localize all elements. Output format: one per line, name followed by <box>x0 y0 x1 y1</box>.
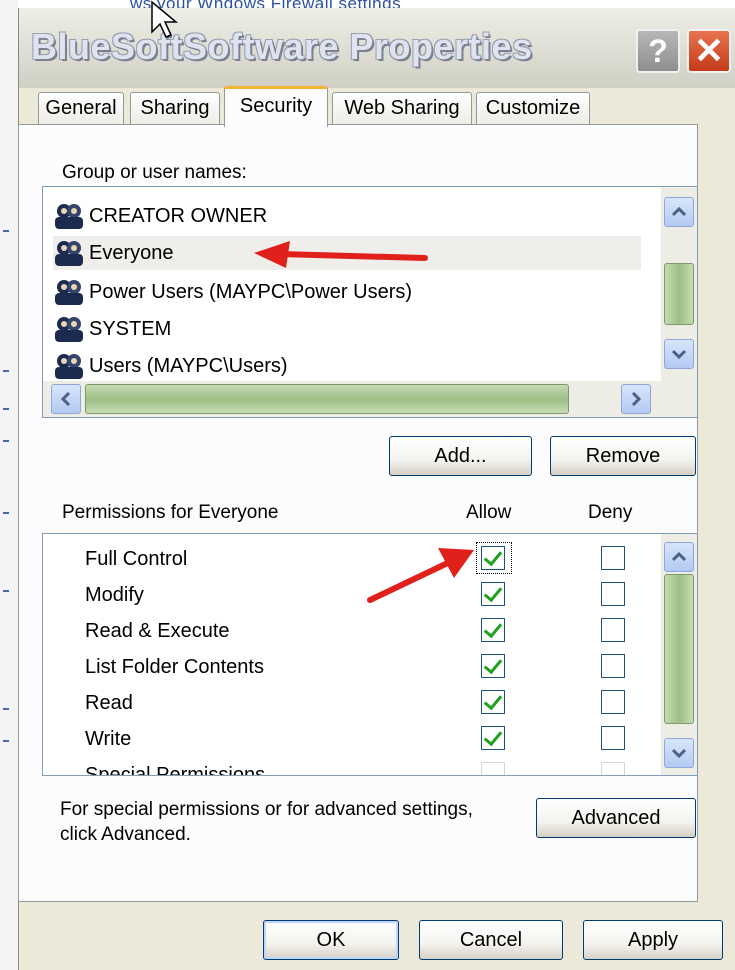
user-name: Users (MAYPC\Users) <box>89 354 288 377</box>
deny-checkbox[interactable] <box>601 582 625 606</box>
deny-checkbox[interactable] <box>601 546 625 570</box>
user-list-vertical-scrollbar[interactable] <box>661 187 697 381</box>
allow-checkbox[interactable] <box>481 546 505 570</box>
annotation-arrow-icon <box>367 548 474 603</box>
scroll-thumb[interactable] <box>664 574 694 724</box>
permission-name: List Folder Contents <box>85 656 264 678</box>
tab-general[interactable]: General <box>38 92 124 125</box>
deny-checkbox[interactable] <box>601 618 625 642</box>
window-title: BlueSoftSoftware Properties <box>31 26 533 67</box>
user-name: Power Users (MAYPC\Power Users) <box>89 280 413 303</box>
allow-checkbox <box>481 762 505 775</box>
allow-checkbox[interactable] <box>481 618 505 642</box>
desktop-mark <box>3 230 9 232</box>
chevron-up-icon <box>672 207 686 217</box>
cancel-button[interactable]: Cancel <box>419 920 563 960</box>
desktop-mark <box>3 408 9 410</box>
close-button[interactable]: ✕ <box>687 29 731 73</box>
permission-row: Write <box>85 722 685 758</box>
permission-name: Modify <box>85 584 144 606</box>
tab-sharing[interactable]: Sharing <box>130 92 220 125</box>
tab-web-sharing[interactable]: Web Sharing <box>332 92 472 125</box>
remove-button[interactable]: Remove <box>550 436 696 476</box>
permissions-for-label: Permissions for Everyone <box>62 502 279 523</box>
permission-name: Full Control <box>85 548 188 570</box>
allow-checkbox[interactable] <box>481 726 505 750</box>
chevron-up-icon <box>672 552 686 562</box>
chevron-left-icon <box>61 392 71 406</box>
user-group-icon <box>53 315 85 343</box>
desktop-mark <box>3 708 9 710</box>
tab-security[interactable]: Security <box>224 86 328 127</box>
user-listbox[interactable]: CREATOR OWNER Everyone Power Users (MAYP… <box>42 186 698 418</box>
permission-row: Read & Execute <box>85 614 685 650</box>
desktop-mark <box>3 512 9 514</box>
scroll-left-button[interactable] <box>51 384 81 414</box>
allow-checkbox[interactable] <box>481 654 505 678</box>
allow-checkbox[interactable] <box>481 582 505 606</box>
add-button[interactable]: Add... <box>389 436 532 476</box>
chevron-right-icon <box>631 392 641 406</box>
user-name: CREATOR OWNER <box>89 204 268 227</box>
user-group-icon <box>53 278 85 306</box>
chevron-down-icon <box>672 349 686 359</box>
allow-column-header: Allow <box>466 502 512 523</box>
desktop-mark <box>3 440 9 442</box>
permissions-scrollbar[interactable] <box>661 534 697 775</box>
advanced-note: For special permissions or for advanced … <box>60 799 473 845</box>
permission-row: Read <box>85 686 685 722</box>
tab-customize[interactable]: Customize <box>476 92 590 125</box>
permission-name: Special Permissions <box>85 764 266 776</box>
advanced-button[interactable]: Advanced <box>536 798 696 838</box>
scroll-up-button[interactable] <box>664 197 694 227</box>
user-name: SYSTEM <box>89 317 172 340</box>
list-item[interactable]: SYSTEM <box>53 312 641 346</box>
user-group-icon <box>53 239 85 267</box>
deny-checkbox <box>601 762 625 775</box>
apply-button[interactable]: Apply <box>583 920 723 960</box>
user-group-icon <box>53 352 85 380</box>
annotation-arrow-icon <box>254 241 428 268</box>
group-or-user-names-label: Group or user names: <box>62 162 247 183</box>
user-group-icon <box>53 202 85 230</box>
horizontal-scroll-thumb[interactable] <box>85 384 569 414</box>
permission-row: Special Permissions <box>85 758 685 776</box>
title-bar[interactable]: BlueSoftSoftware Properties ? ✕ <box>19 8 735 88</box>
ok-button[interactable]: OK <box>263 920 399 960</box>
list-item[interactable]: Users (MAYPC\Users) <box>53 349 641 383</box>
user-list-horizontal-scrollbar[interactable] <box>43 381 697 417</box>
mouse-cursor-icon <box>151 0 179 38</box>
permission-name: Read & Execute <box>85 620 230 642</box>
deny-checkbox[interactable] <box>601 654 625 678</box>
desktop-background <box>0 0 18 970</box>
scroll-down-button[interactable] <box>664 339 694 369</box>
desktop-mark <box>3 370 9 372</box>
permission-row: List Folder Contents <box>85 650 685 686</box>
scroll-thumb[interactable] <box>664 263 694 325</box>
list-item[interactable]: CREATOR OWNER <box>53 199 641 233</box>
scroll-right-button[interactable] <box>621 384 651 414</box>
deny-column-header: Deny <box>588 502 633 523</box>
help-button[interactable]: ? <box>636 29 680 73</box>
permission-name: Read <box>85 692 133 714</box>
allow-checkbox[interactable] <box>481 690 505 714</box>
scroll-up-button[interactable] <box>664 542 694 572</box>
desktop-mark <box>3 740 9 742</box>
user-name: Everyone <box>89 241 174 264</box>
chevron-down-icon <box>672 748 686 758</box>
scroll-down-button[interactable] <box>664 738 694 768</box>
deny-checkbox[interactable] <box>601 690 625 714</box>
list-item[interactable]: Power Users (MAYPC\Power Users) <box>53 275 641 309</box>
permission-name: Write <box>85 728 132 750</box>
deny-checkbox[interactable] <box>601 726 625 750</box>
desktop-mark <box>3 590 9 592</box>
